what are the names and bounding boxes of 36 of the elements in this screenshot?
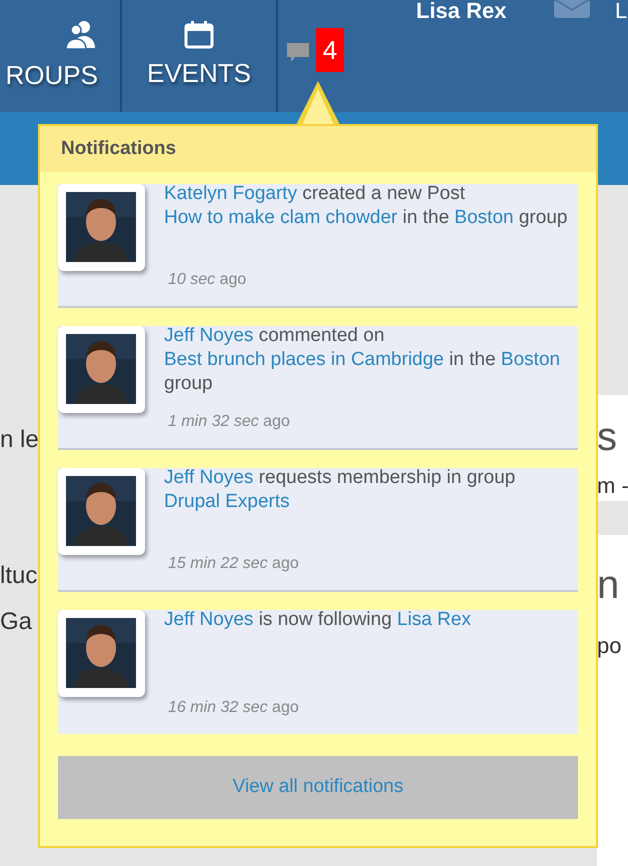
body-text: n le (0, 425, 40, 455)
link[interactable]: Boston (500, 349, 560, 370)
user-name[interactable]: Lisa Rex (416, 0, 506, 27)
notification-text: Jeff Noyes is now following Lisa Rex (164, 608, 472, 632)
body-text: po (597, 632, 622, 660)
popup-title: Notifications (61, 136, 176, 161)
body-text: m - (597, 472, 628, 500)
link[interactable]: Jeff Noyes (164, 609, 254, 630)
link[interactable]: Lisa Rex (397, 609, 471, 630)
body-text: Ga (0, 607, 34, 637)
notification-item[interactable]: Jeff Noyes is now following Lisa Rex 16 min 32 sec ago (58, 610, 578, 734)
notification-item[interactable]: Katelyn Fogarty created a new Post How to make clam chowder in the Boston group 10 sec ago (58, 184, 578, 308)
calendar-icon (183, 20, 215, 50)
link[interactable]: Jeff Noyes (164, 325, 254, 346)
body-text: ltuc (0, 561, 38, 591)
timestamp: 1 min 32 sec ago (168, 412, 291, 432)
heading-text: s (597, 415, 618, 459)
link[interactable]: Boston (454, 207, 514, 228)
notification-item[interactable]: Jeff Noyes commented on Best brunch places in Cambridge in the Boston group 1 min 32 sec ago (58, 326, 578, 450)
timestamp: 16 min 32 sec ago (168, 698, 300, 718)
view-all-notifications-button[interactable]: View all notifications (58, 756, 578, 819)
link[interactable]: Best brunch places in Cambridge (164, 349, 444, 370)
notification-item[interactable]: Jeff Noyes requests membership in group Drupal Experts 15 min 22 sec ago (58, 468, 578, 592)
notification-text: Jeff Noyes commented on Best brunch places in Cambridge in the Boston group (164, 324, 562, 396)
heading-text: n (597, 563, 620, 607)
link[interactable]: Jeff Noyes (164, 467, 254, 488)
notification-text: Jeff Noyes requests membership in group Drupal Experts (164, 466, 516, 514)
timestamp: 15 min 22 sec ago (168, 554, 300, 574)
notification-text: Katelyn Fogarty created a new Post How to make clam chowder in the Boston group (164, 182, 568, 230)
link[interactable]: Katelyn Fogarty (164, 183, 298, 204)
notification-count-badge: 4 (316, 28, 344, 72)
link[interactable]: How to make clam chowder (164, 207, 398, 228)
link[interactable]: Drupal Experts (164, 491, 290, 512)
envelope-icon[interactable] (554, 0, 590, 18)
menu-label[interactable]: L (615, 0, 628, 27)
timestamp: 10 sec ago (168, 270, 248, 290)
